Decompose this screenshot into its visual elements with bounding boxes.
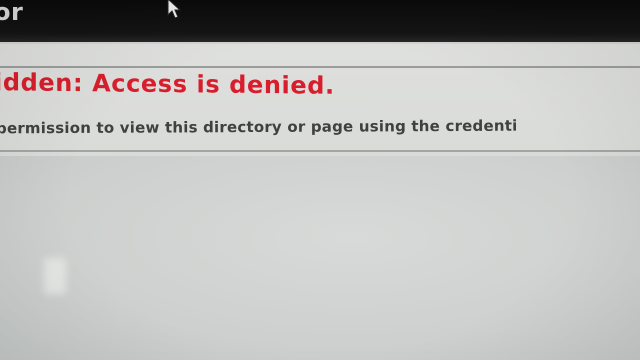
- mouse-pointer-icon: [167, 0, 182, 19]
- error-detail-text: permission to view this directory or pag…: [0, 116, 518, 138]
- window-title: or: [0, 0, 24, 26]
- error-header-band: [0, 44, 640, 156]
- header-bottom-divider: [0, 150, 640, 152]
- header-top-divider: [0, 66, 640, 68]
- screen-glare: [44, 258, 66, 294]
- page-content-area: [0, 156, 640, 360]
- window-titlebar: or: [0, 0, 640, 42]
- browser-screen: or idden: Access is denied. permission t…: [0, 0, 640, 360]
- error-heading: idden: Access is denied.: [0, 68, 335, 100]
